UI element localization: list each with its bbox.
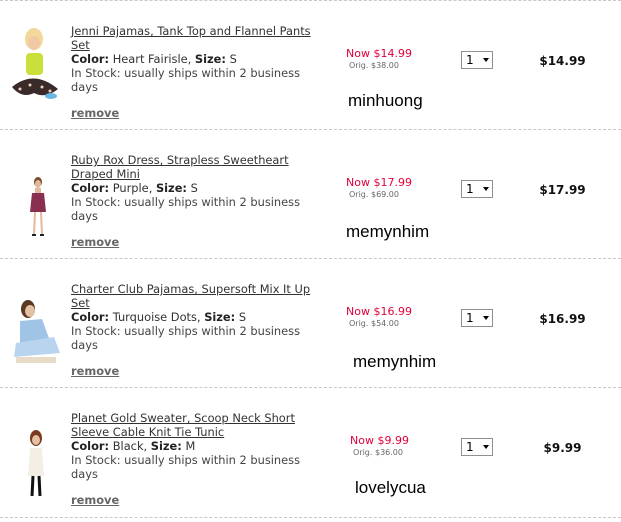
product-details: Jenni Pajamas, Tank Top and Flannel Pant…: [71, 24, 311, 94]
remove-link[interactable]: remove: [71, 493, 119, 507]
original-price: Orig. $36.00: [353, 448, 403, 457]
product-photo: [6, 396, 64, 496]
color-value: Black: [112, 439, 144, 453]
product-attributes: Color: Turquoise Dots, Size: S: [71, 310, 247, 324]
sale-price: Now $9.99: [350, 434, 409, 447]
product-details: Charter Club Pajamas, Supersoft Mix It U…: [71, 282, 311, 352]
stock-status: In Stock: usually ships within 2 busines…: [71, 324, 301, 352]
item-price: Now $17.99 Orig. $69.00: [346, 176, 412, 199]
product-image[interactable]: [6, 138, 64, 238]
dropdown-arrow-icon: [483, 58, 489, 62]
product-photo: [6, 138, 64, 238]
color-value: Turquoise Dots: [112, 310, 197, 324]
stock-status: In Stock: usually ships within 2 busines…: [71, 195, 301, 223]
dropdown-arrow-icon: [483, 187, 489, 191]
handwritten-note: memynhim: [346, 222, 430, 241]
stock-status: In Stock: usually ships within 2 busines…: [71, 66, 301, 94]
product-title-link[interactable]: Jenni Pajamas, Tank Top and Flannel Pant…: [71, 24, 311, 52]
cart-row: Jenni Pajamas, Tank Top and Flannel Pant…: [0, 0, 621, 129]
quantity-select[interactable]: 1: [461, 438, 493, 456]
line-total: $17.99: [539, 183, 586, 197]
product-attributes: Color: Purple, Size: S: [71, 181, 198, 195]
item-price: Now $16.99 Orig. $54.00: [346, 305, 412, 328]
sale-price: Now $14.99: [346, 47, 412, 60]
cart-row: Charter Club Pajamas, Supersoft Mix It U…: [0, 258, 621, 387]
line-total: $16.99: [539, 312, 586, 326]
original-price: Orig. $69.00: [349, 190, 399, 199]
quantity-select[interactable]: 1: [461, 180, 493, 198]
remove-link[interactable]: remove: [71, 106, 119, 120]
stock-status: In Stock: usually ships within 2 busines…: [71, 453, 301, 481]
handwritten-note: minhuong: [348, 91, 423, 110]
size-value: M: [185, 439, 196, 453]
sale-price: Now $17.99: [346, 176, 412, 189]
product-title-link[interactable]: Ruby Rox Dress, Strapless Sweetheart Dra…: [71, 153, 311, 181]
line-total: $14.99: [539, 54, 586, 68]
original-price: Orig. $54.00: [349, 319, 399, 328]
size-value: S: [238, 310, 247, 324]
remove-link[interactable]: remove: [71, 364, 119, 378]
product-photo: [6, 9, 64, 109]
line-total: $9.99: [543, 441, 582, 455]
product-title-link[interactable]: Planet Gold Sweater, Scoop Neck Short Sl…: [71, 411, 311, 439]
handwritten-note: memynhim: [353, 352, 437, 371]
dropdown-arrow-icon: [483, 445, 489, 449]
size-value: S: [190, 181, 198, 195]
sale-price: Now $16.99: [346, 305, 412, 318]
color-value: Purple: [112, 181, 149, 195]
item-price: Now $9.99 Orig. $36.00: [350, 434, 409, 457]
product-details: Ruby Rox Dress, Strapless Sweetheart Dra…: [71, 153, 311, 223]
product-title-link[interactable]: Charter Club Pajamas, Supersoft Mix It U…: [71, 282, 311, 310]
product-attributes: Color: Heart Fairisle, Size: S: [71, 52, 237, 66]
cart-row: Planet Gold Sweater, Scoop Neck Short Sl…: [0, 387, 621, 518]
product-image[interactable]: [6, 9, 64, 109]
handwritten-note: lovelycua: [355, 478, 426, 497]
product-photo: [6, 267, 64, 367]
remove-link[interactable]: remove: [71, 235, 119, 249]
color-value: Heart Fairisle: [112, 52, 188, 66]
product-image[interactable]: [6, 396, 64, 496]
dropdown-arrow-icon: [483, 316, 489, 320]
item-price: Now $14.99 Orig. $38.00: [346, 47, 412, 70]
product-details: Planet Gold Sweater, Scoop Neck Short Sl…: [71, 411, 311, 481]
original-price: Orig. $38.00: [349, 61, 399, 70]
shopping-bag-list: Jenni Pajamas, Tank Top and Flannel Pant…: [0, 0, 621, 522]
product-image[interactable]: [6, 267, 64, 367]
product-attributes: Color: Black, Size: M: [71, 439, 196, 453]
quantity-select[interactable]: 1: [461, 309, 493, 327]
size-value: S: [229, 52, 237, 66]
cart-row: Ruby Rox Dress, Strapless Sweetheart Dra…: [0, 129, 621, 258]
quantity-select[interactable]: 1: [461, 51, 493, 69]
